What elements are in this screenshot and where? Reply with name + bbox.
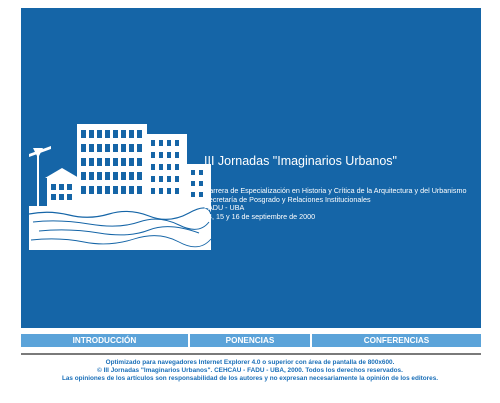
main-nav: INTRODUCCIÓN PONENCIAS CONFERENCIAS xyxy=(21,334,481,347)
footer-browser-note: Optimizado para navegadores Internet Exp… xyxy=(105,359,395,366)
nav-ponencias[interactable]: PONENCIAS xyxy=(190,334,310,347)
footer-divider xyxy=(21,353,481,355)
city-skyline-illustration xyxy=(29,124,211,250)
info-dates: 14, 15 y 16 de septiembre de 2000 xyxy=(204,211,316,221)
nav-conferencias[interactable]: CONFERENCIAS xyxy=(312,334,481,347)
page-title: III Jornadas "Imaginarios Urbanos" xyxy=(204,154,397,168)
footer: Optimizado para navegadores Internet Exp… xyxy=(0,359,500,383)
hero-banner: III Jornadas "Imaginarios Urbanos" Carre… xyxy=(21,8,481,328)
event-info: Carrera de Especialización en Historia y… xyxy=(204,186,466,221)
footer-copyright: © III Jornadas "Imaginarios Urbanos". CE… xyxy=(97,367,403,374)
footer-disclaimer: Las opiniones de los artículos son respo… xyxy=(61,375,439,382)
nav-introduccion[interactable]: INTRODUCCIÓN xyxy=(21,334,188,347)
